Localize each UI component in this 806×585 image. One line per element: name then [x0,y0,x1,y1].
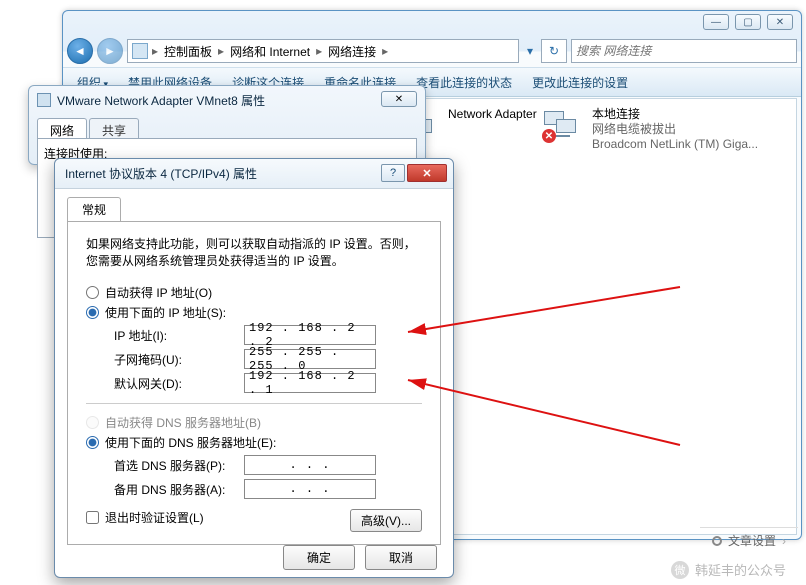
subnet-mask-input[interactable]: 255 . 255 . 255 . 0 [244,349,376,369]
network-device: Broadcom NetLink (TM) Giga... [592,137,758,152]
radio-manual-ip[interactable]: 使用下面的 IP 地址(S): [86,304,422,321]
radio-auto-dns: 自动获得 DNS 服务器地址(B) [86,414,422,431]
breadcrumb-dropdown-icon[interactable]: ▾ [523,44,537,58]
description-text: 如果网络支持此功能，则可以获取自动指派的 IP 设置。否则，您需要从网络系统管理… [86,236,422,270]
radio-label: 自动获得 DNS 服务器地址(B) [105,414,261,431]
advanced-button[interactable]: 高级(V)... [350,509,422,532]
wechat-icon: 微 [671,561,689,579]
radio-auto-ip-input[interactable] [86,286,99,299]
article-settings-label: 文章设置 [728,532,776,549]
radio-label: 使用下面的 DNS 服务器地址(E): [105,434,276,451]
nav-forward-button[interactable]: ► [97,38,123,64]
network-name: Network Adapter [448,107,537,122]
default-gateway-input[interactable]: 192 . 168 . 2 . 1 [244,373,376,393]
dialog-title: VMware Network Adapter VMnet8 属性 [57,92,265,109]
tab-general[interactable]: 常规 [67,197,121,221]
nav-back-button[interactable]: ◄ [67,38,93,64]
adapter-properties-dialog: VMware Network Adapter VMnet8 属性 ✕ 网络 共享… [28,85,426,165]
dialog-close-button[interactable]: ✕ [381,91,417,107]
general-panel: 如果网络支持此功能，则可以获取自动指派的 IP 设置。否则，您需要从网络系统管理… [67,221,441,545]
adapter-icon [37,93,51,107]
tcpip-properties-dialog: Internet 协议版本 4 (TCP/IPv4) 属性 ? ✕ 常规 如果网… [54,158,454,578]
search-input[interactable] [576,44,792,58]
gateway-label: 默认网关(D): [114,375,244,392]
alternate-dns-label: 备用 DNS 服务器(A): [114,481,244,498]
cancel-button[interactable]: 取消 [365,545,437,570]
radio-auto-ip[interactable]: 自动获得 IP 地址(O) [86,284,422,301]
window-controls: — ▢ ✕ [703,14,793,30]
search-box[interactable] [571,39,797,63]
radio-label: 自动获得 IP 地址(O) [105,284,212,301]
breadcrumb-item[interactable]: 网络连接 [326,43,378,60]
address-bar: ◄ ► ▸ 控制面板 ▸ 网络和 Internet ▸ 网络连接 ▸ ▾ ↻ [67,36,797,66]
ip-label: IP 地址(I): [114,327,244,344]
radio-label: 使用下面的 IP 地址(S): [105,304,226,321]
dialog-title: Internet 协议版本 4 (TCP/IPv4) 属性 [65,165,257,182]
primary-dns-input[interactable]: . . . [244,455,376,475]
location-icon [132,43,148,59]
breadcrumb-item[interactable]: 网络和 Internet [228,43,312,60]
disconnected-icon: ✕ [542,129,556,143]
radio-auto-dns-input [86,416,99,429]
refresh-button[interactable]: ↻ [541,39,567,63]
validate-checkbox[interactable] [86,511,99,524]
gear-icon [712,536,722,546]
radio-manual-ip-input[interactable] [86,306,99,319]
ok-button[interactable]: 确定 [283,545,355,570]
network-status: 网络电缆被拔出 [592,122,758,137]
radio-manual-dns-input[interactable] [86,436,99,449]
ip-address-input[interactable]: 192 . 168 . 2 . 2 [244,325,376,345]
help-button[interactable]: ? [381,164,405,182]
maximize-button[interactable]: ▢ [735,14,761,30]
radio-manual-dns[interactable]: 使用下面的 DNS 服务器地址(E): [86,434,422,451]
checkbox-label: 退出时验证设置(L) [105,509,204,526]
article-settings-link[interactable]: 文章设置 › [700,527,798,553]
close-button[interactable]: ✕ [767,14,793,30]
alternate-dns-input[interactable]: . . . [244,479,376,499]
minimize-button[interactable]: — [703,14,729,30]
primary-dns-label: 首选 DNS 服务器(P): [114,457,244,474]
watermark: 微 韩延丰的公众号 [671,560,786,579]
mask-label: 子网掩码(U): [114,351,244,368]
network-item-local[interactable]: ✕ 本地连接 网络电缆被拔出 Broadcom NetLink (TM) Gig… [540,107,758,152]
breadcrumb[interactable]: ▸ 控制面板 ▸ 网络和 Internet ▸ 网络连接 ▸ [127,39,519,63]
cmd-change-settings[interactable]: 更改此连接的设置 [524,71,636,94]
network-name: 本地连接 [592,107,758,122]
close-button[interactable]: ✕ [407,164,447,182]
watermark-text: 韩延丰的公众号 [695,560,786,579]
breadcrumb-item[interactable]: 控制面板 [162,43,214,60]
network-icon: ✕ [540,107,584,147]
